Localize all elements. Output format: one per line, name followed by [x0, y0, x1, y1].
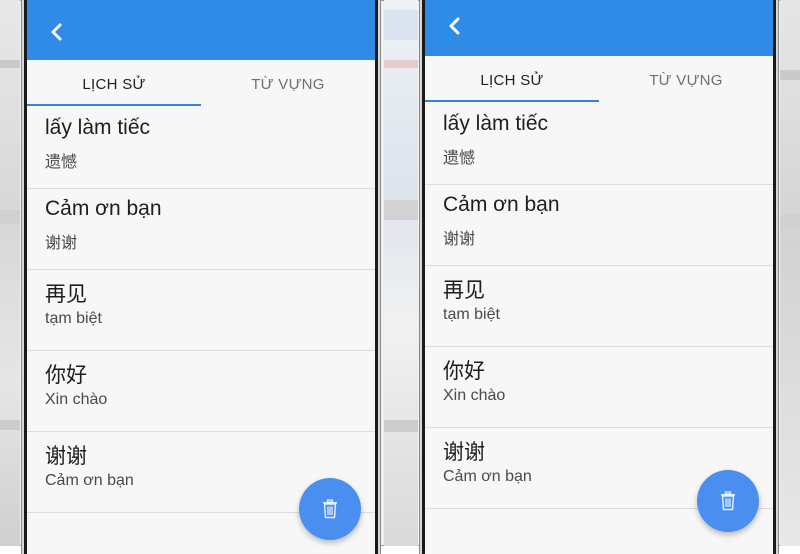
- list-item[interactable]: Cảm ơn bạn 谢谢: [27, 189, 375, 270]
- item-translation: Cảm ơn bạn: [45, 472, 134, 489]
- tab-history[interactable]: LỊCH SỬ: [27, 60, 201, 108]
- background-blur-left: [0, 0, 20, 546]
- item-term: lấy làm tiếc: [45, 116, 151, 139]
- list-item[interactable]: 你好 Xin chào: [425, 347, 773, 428]
- phone-screen-left: LỊCH SỬ TỪ VỰNG lấy làm tiếc 遗憾 Cảm ơn b…: [24, 0, 378, 554]
- back-button[interactable]: [43, 18, 71, 46]
- item-translation: Xin chào: [45, 391, 108, 408]
- history-list: lấy làm tiếc 遗憾 Cảm ơn bạn 谢谢 再见 tạm biệ…: [27, 108, 375, 513]
- delete-history-button[interactable]: [697, 470, 759, 532]
- item-term: 谢谢: [443, 441, 485, 464]
- active-tab-indicator: [27, 104, 201, 106]
- trash-icon: [721, 491, 735, 511]
- history-list: lấy làm tiếc 遗憾 Cảm ơn bạn 谢谢 再见 tạm biệ…: [425, 104, 773, 509]
- item-term: Cảm ơn bạn: [443, 193, 560, 216]
- chevron-left-icon: [449, 17, 460, 35]
- item-translation: 谢谢: [45, 235, 78, 252]
- item-term: 再见: [45, 283, 87, 306]
- item-translation: tạm biệt: [443, 306, 500, 323]
- tab-history[interactable]: LỊCH SỬ: [425, 56, 599, 104]
- tab-bar: LỊCH SỬ TỪ VỰNG: [425, 56, 773, 104]
- app-bar: [425, 0, 773, 56]
- active-tab-indicator: [425, 100, 599, 102]
- phone-screen-right: LỊCH SỬ TỪ VỰNG lấy làm tiếc 遗憾 Cảm ơn b…: [422, 0, 776, 554]
- chevron-left-icon: [51, 23, 62, 41]
- item-translation: tạm biệt: [45, 310, 102, 327]
- list-item[interactable]: 再见 tạm biệt: [27, 270, 375, 351]
- item-term: 谢谢: [45, 445, 87, 468]
- item-term: Cảm ơn bạn: [45, 197, 162, 220]
- background-blur-right: [780, 0, 800, 546]
- item-term: 你好: [443, 360, 485, 383]
- item-term: 再见: [443, 279, 485, 302]
- item-translation: 遗憾: [45, 154, 78, 171]
- list-item[interactable]: lấy làm tiếc 遗憾: [425, 104, 773, 185]
- tab-bar: LỊCH SỬ TỪ VỰNG: [27, 60, 375, 108]
- app-bar: [27, 0, 375, 60]
- tab-vocabulary[interactable]: TỪ VỰNG: [599, 56, 773, 104]
- list-item[interactable]: lấy làm tiếc 遗憾: [27, 108, 375, 189]
- delete-history-button[interactable]: [299, 478, 361, 540]
- item-translation: 遗憾: [443, 150, 476, 167]
- list-item[interactable]: 再见 tạm biệt: [425, 266, 773, 347]
- back-button[interactable]: [441, 12, 469, 40]
- item-translation: Cảm ơn bạn: [443, 468, 532, 485]
- list-item[interactable]: Cảm ơn bạn 谢谢: [425, 185, 773, 266]
- background-blur-middle: [384, 0, 418, 546]
- tab-vocabulary[interactable]: TỪ VỰNG: [201, 60, 375, 108]
- item-term: 你好: [45, 364, 87, 387]
- item-translation: Xin chào: [443, 387, 506, 404]
- item-translation: 谢谢: [443, 231, 476, 248]
- trash-icon: [323, 499, 337, 519]
- list-item[interactable]: 你好 Xin chào: [27, 351, 375, 432]
- item-term: lấy làm tiếc: [443, 112, 549, 135]
